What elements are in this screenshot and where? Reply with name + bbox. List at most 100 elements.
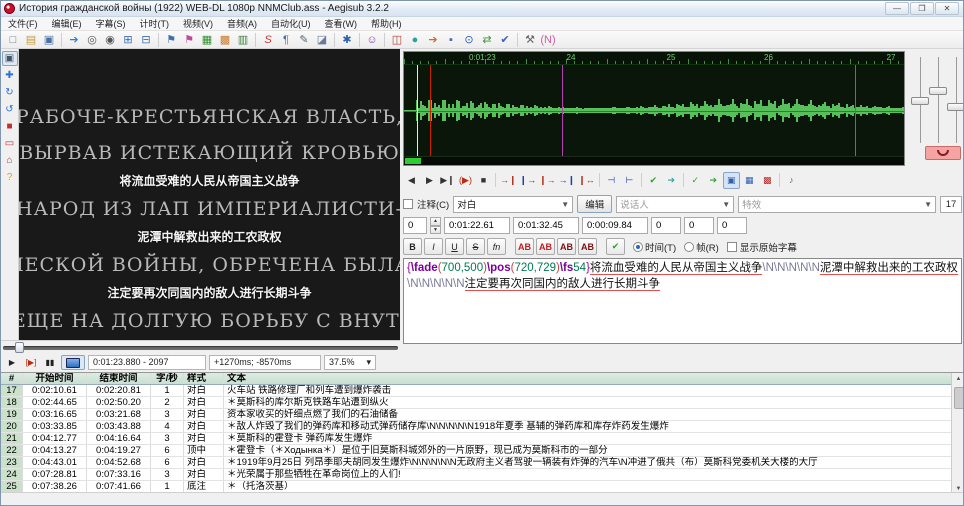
scroll-up-icon[interactable]: ▲	[952, 373, 964, 385]
drag-tool-icon[interactable]: ✚	[2, 68, 18, 83]
auto-next-icon[interactable]: ➔	[705, 172, 722, 189]
audio-hscroll-thumb[interactable]	[405, 158, 421, 164]
table-row[interactable]: 180:02:44.650:02:50.202对白＊莫斯科的库尔斯克铁路车站遭到…	[1, 397, 964, 409]
automation-manager-icon[interactable]: ☺	[363, 32, 381, 48]
find-icon[interactable]: ◎	[83, 32, 101, 48]
outline-color-button[interactable]: AB	[557, 238, 576, 255]
cell-cps[interactable]: 1	[151, 385, 184, 396]
video-seek-thumb[interactable]	[15, 342, 24, 353]
secondary-marker-2[interactable]	[855, 65, 856, 156]
grid-header-5[interactable]: 文本	[224, 373, 964, 384]
lead-in-icon[interactable]: ⊣	[603, 172, 620, 189]
translation-assistant-icon[interactable]: ¶	[277, 32, 295, 48]
video-zoom-select[interactable]: 37.5%▾	[324, 355, 376, 370]
scroll-right-icon[interactable]: ▶	[421, 172, 438, 189]
menu-item-7[interactable]: 查看(W)	[318, 17, 365, 30]
cell-end[interactable]: 0:04:52.68	[87, 457, 151, 468]
help-icon[interactable]: ?	[2, 170, 18, 185]
grid-header-3[interactable]: 字/秒	[151, 373, 184, 384]
table-row[interactable]: 210:04:12.770:04:16.643对白＊莫斯科的霍登卡 弹药库发生爆…	[1, 433, 964, 445]
comment-checkbox[interactable]	[403, 199, 413, 209]
layer-stepper[interactable]: ▲▼	[430, 217, 441, 234]
commit-icon[interactable]: ✔	[645, 172, 662, 189]
cell-start[interactable]: 0:07:38.26	[23, 481, 87, 492]
cell-end[interactable]: 0:04:19.27	[87, 445, 151, 456]
goto-selection-icon[interactable]: ➔	[663, 172, 680, 189]
color-scheme-icon[interactable]: ▩	[759, 172, 776, 189]
cell-end[interactable]: 0:04:16.64	[87, 433, 151, 444]
audio-waveform[interactable]	[404, 65, 904, 156]
frame-radio[interactable]: 帧(R)	[684, 240, 719, 254]
cell-style[interactable]: 对白	[184, 433, 224, 444]
grid-header-1[interactable]: 开始时间	[23, 373, 87, 384]
layer-field[interactable]: 0	[403, 217, 427, 234]
table-row[interactable]: 220:04:13.270:04:19.276顶中＊霍登卡（＊Ходынка＊）…	[1, 445, 964, 457]
cell-num[interactable]: 17	[1, 385, 23, 396]
snap-end-to-video-icon[interactable]: ⊟	[137, 32, 155, 48]
menu-item-1[interactable]: 编辑(E)	[45, 17, 89, 30]
cell-text[interactable]: ＊1919年9月25日 列昂季耶夫胡同发生爆炸\N\N\N\N\N无政府主义者驾…	[224, 457, 964, 468]
style-select[interactable]: 对白▼	[453, 196, 573, 213]
video-display[interactable]: РАБОЧЕ-КРЕСТЬЯНСКАЯ ВЛАСТЬ,ВЫРВАВ ИСТЕКА…	[19, 49, 400, 340]
strikeout-button[interactable]: S	[466, 238, 485, 255]
open-file-icon[interactable]: ▤	[22, 32, 40, 48]
play-line-button[interactable]: [▶]	[23, 355, 39, 370]
table-row[interactable]: 240:07:28.810:07:33.163对白＊光荣属于那些牺牲在革命岗位上…	[1, 469, 964, 481]
cell-start[interactable]: 0:02:10.61	[23, 385, 87, 396]
play-500-after-icon[interactable]: ❙→	[519, 172, 538, 189]
cell-end[interactable]: 0:03:43.88	[87, 421, 151, 432]
cell-start[interactable]: 0:03:33.85	[23, 421, 87, 432]
spectrum-mode-icon[interactable]: ▦	[741, 172, 758, 189]
cell-style[interactable]: 底注	[184, 481, 224, 492]
grid-header-2[interactable]: 结束时间	[87, 373, 151, 384]
scale-tool-icon[interactable]: ■	[2, 119, 18, 134]
pause-button[interactable]: ▮▮	[42, 355, 58, 370]
rotate-z-tool-icon[interactable]: ↻	[2, 85, 18, 100]
table-row[interactable]: 170:02:10.610:02:20.811对白火车站 铁路修理厂和列车遭到爆…	[1, 385, 964, 397]
secondary-color-button[interactable]: AB	[536, 238, 555, 255]
cell-num[interactable]: 19	[1, 409, 23, 420]
cell-num[interactable]: 21	[1, 433, 23, 444]
table-row[interactable]: 200:03:33.850:03:43.884对白＊敌人炸毁了我们的弹药库和移动…	[1, 421, 964, 433]
play-first-500-icon[interactable]: ❙→	[538, 172, 557, 189]
audio-display[interactable]: 0:01:2324252627	[403, 51, 905, 166]
cell-end[interactable]: 0:07:41.66	[87, 481, 151, 492]
auto-commit-icon[interactable]: ✓	[687, 172, 704, 189]
link-zoom-volume-toggle[interactable]	[925, 146, 961, 160]
secondary-marker-1[interactable]	[562, 65, 563, 156]
cell-text[interactable]: 火车站 铁路修理厂和列车遭到爆炸袭击	[224, 385, 964, 396]
maximize-button[interactable]: ❐	[910, 2, 934, 15]
underline-button[interactable]: U	[445, 238, 464, 255]
cell-cps[interactable]: 3	[151, 433, 184, 444]
properties-icon[interactable]: ⚑	[162, 32, 180, 48]
play-500-before-icon[interactable]: →❙	[499, 172, 518, 189]
margin-vertical-field[interactable]: 0	[717, 217, 747, 234]
cell-num[interactable]: 25	[1, 481, 23, 492]
shift-selection-icon[interactable]: ➔	[424, 32, 442, 48]
lead-out-icon[interactable]: ⊢	[621, 172, 638, 189]
grid-scroll-thumb[interactable]	[954, 387, 964, 409]
primary-color-button[interactable]: AB	[515, 238, 534, 255]
cell-text[interactable]: ＊敌人炸毁了我们的弹药库和移动式弹药储存库\N\N\N\N\N1918年夏季 基…	[224, 421, 964, 432]
play-last-500-icon[interactable]: →❙	[558, 172, 577, 189]
cell-start[interactable]: 0:04:13.27	[23, 445, 87, 456]
menu-item-2[interactable]: 字幕(S)	[89, 17, 133, 30]
audio-hscrollbar[interactable]	[404, 156, 904, 165]
menu-item-0[interactable]: 文件(F)	[1, 17, 45, 30]
cell-text[interactable]: ＊莫斯科的库尔斯克铁路车站遭到纵火	[224, 397, 964, 408]
end-time-field[interactable]: 0:01:32.45	[513, 217, 579, 234]
auto-seek-toggle[interactable]	[61, 355, 85, 370]
start-time-field[interactable]: 0:01:22.61	[444, 217, 510, 234]
minimize-button[interactable]: —	[885, 2, 909, 15]
cell-style[interactable]: 对白	[184, 385, 224, 396]
snap-start-to-video-icon[interactable]: ⊞	[119, 32, 137, 48]
cell-text[interactable]: ＊霍登卡（＊Ходынка＊）是位于旧莫斯科城郊外的一片原野，现已成为莫斯科市的…	[224, 445, 964, 456]
scroll-left-icon[interactable]: ◀	[403, 172, 420, 189]
italic-button[interactable]: I	[424, 238, 443, 255]
margin-left-field[interactable]: 0	[651, 217, 681, 234]
find-replace-icon[interactable]: ◉	[101, 32, 119, 48]
close-button[interactable]: ✕	[935, 2, 959, 15]
cell-style[interactable]: 对白	[184, 397, 224, 408]
edit-style-button[interactable]: 编辑	[577, 195, 612, 213]
cell-num[interactable]: 22	[1, 445, 23, 456]
